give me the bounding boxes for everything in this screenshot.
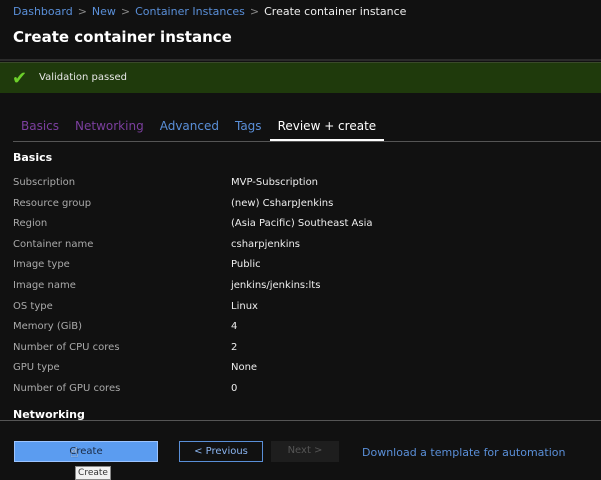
field-label: Resource group [13,197,92,209]
tab-basics[interactable]: Basics [13,119,67,141]
tab-advanced[interactable]: Advanced [152,119,227,141]
hand-cursor-icon: ☝ [70,445,79,461]
breadcrumb-dashboard[interactable]: Dashboard [13,5,73,18]
divider [0,59,601,61]
field-label: GPU type [13,362,60,374]
field-label: Number of CPU cores [13,341,120,353]
field-label: Number of GPU cores [13,383,121,394]
field-value: Linux [231,300,258,312]
field-label: Image name [13,280,76,291]
footer-divider [0,420,601,421]
page-title: Create container instance [13,28,232,46]
field-value: (Asia Pacific) Southeast Asia [231,218,373,230]
field-value: 0 [231,383,238,394]
breadcrumb-current: Create container instance [264,5,407,18]
tab-networking[interactable]: Networking [67,119,152,141]
field-value: (new) CsharpJenkins [231,197,334,209]
tab-bar: Basics Networking Advanced Tags Review + cre… [13,119,385,141]
tab-review-create[interactable]: Review + create [269,119,385,141]
breadcrumb-container-instances[interactable]: Container Instances [135,5,245,18]
field-value: jenkins/jenkins:lts [231,280,321,291]
field-label: Subscription [13,177,76,188]
field-value: csharpjenkins [231,238,301,250]
field-value: 4 [231,321,238,333]
field-value: MVP-Subscription [231,177,319,188]
field-label: Region [13,218,48,230]
field-label: Memory (GiB) [13,321,83,333]
field-value: 2 [231,341,238,353]
previous-button[interactable]: < Previous [179,441,263,462]
field-label: Container name [13,238,94,250]
next-button[interactable]: Next > [271,441,339,462]
field-label: Image type [13,259,70,271]
tab-divider [13,141,601,142]
breadcrumb: Dashboard > New > Container Instances > Create… [13,5,407,18]
field-label: OS type [13,300,53,312]
create-button[interactable]: Create [14,441,158,462]
tooltip: Create [75,466,111,480]
breadcrumb-new[interactable]: New [92,5,116,18]
field-value: None [231,362,258,374]
field-value: Public [231,259,261,271]
validation-banner: ✔ Validation passed [0,62,601,93]
validation-text: Validation passed [39,72,127,83]
section-heading-basics: Basics [13,151,53,164]
tab-tags[interactable]: Tags [227,119,270,141]
download-template-link[interactable]: Download a template for automation [362,446,565,459]
checkmark-icon: ✔ [12,68,28,89]
